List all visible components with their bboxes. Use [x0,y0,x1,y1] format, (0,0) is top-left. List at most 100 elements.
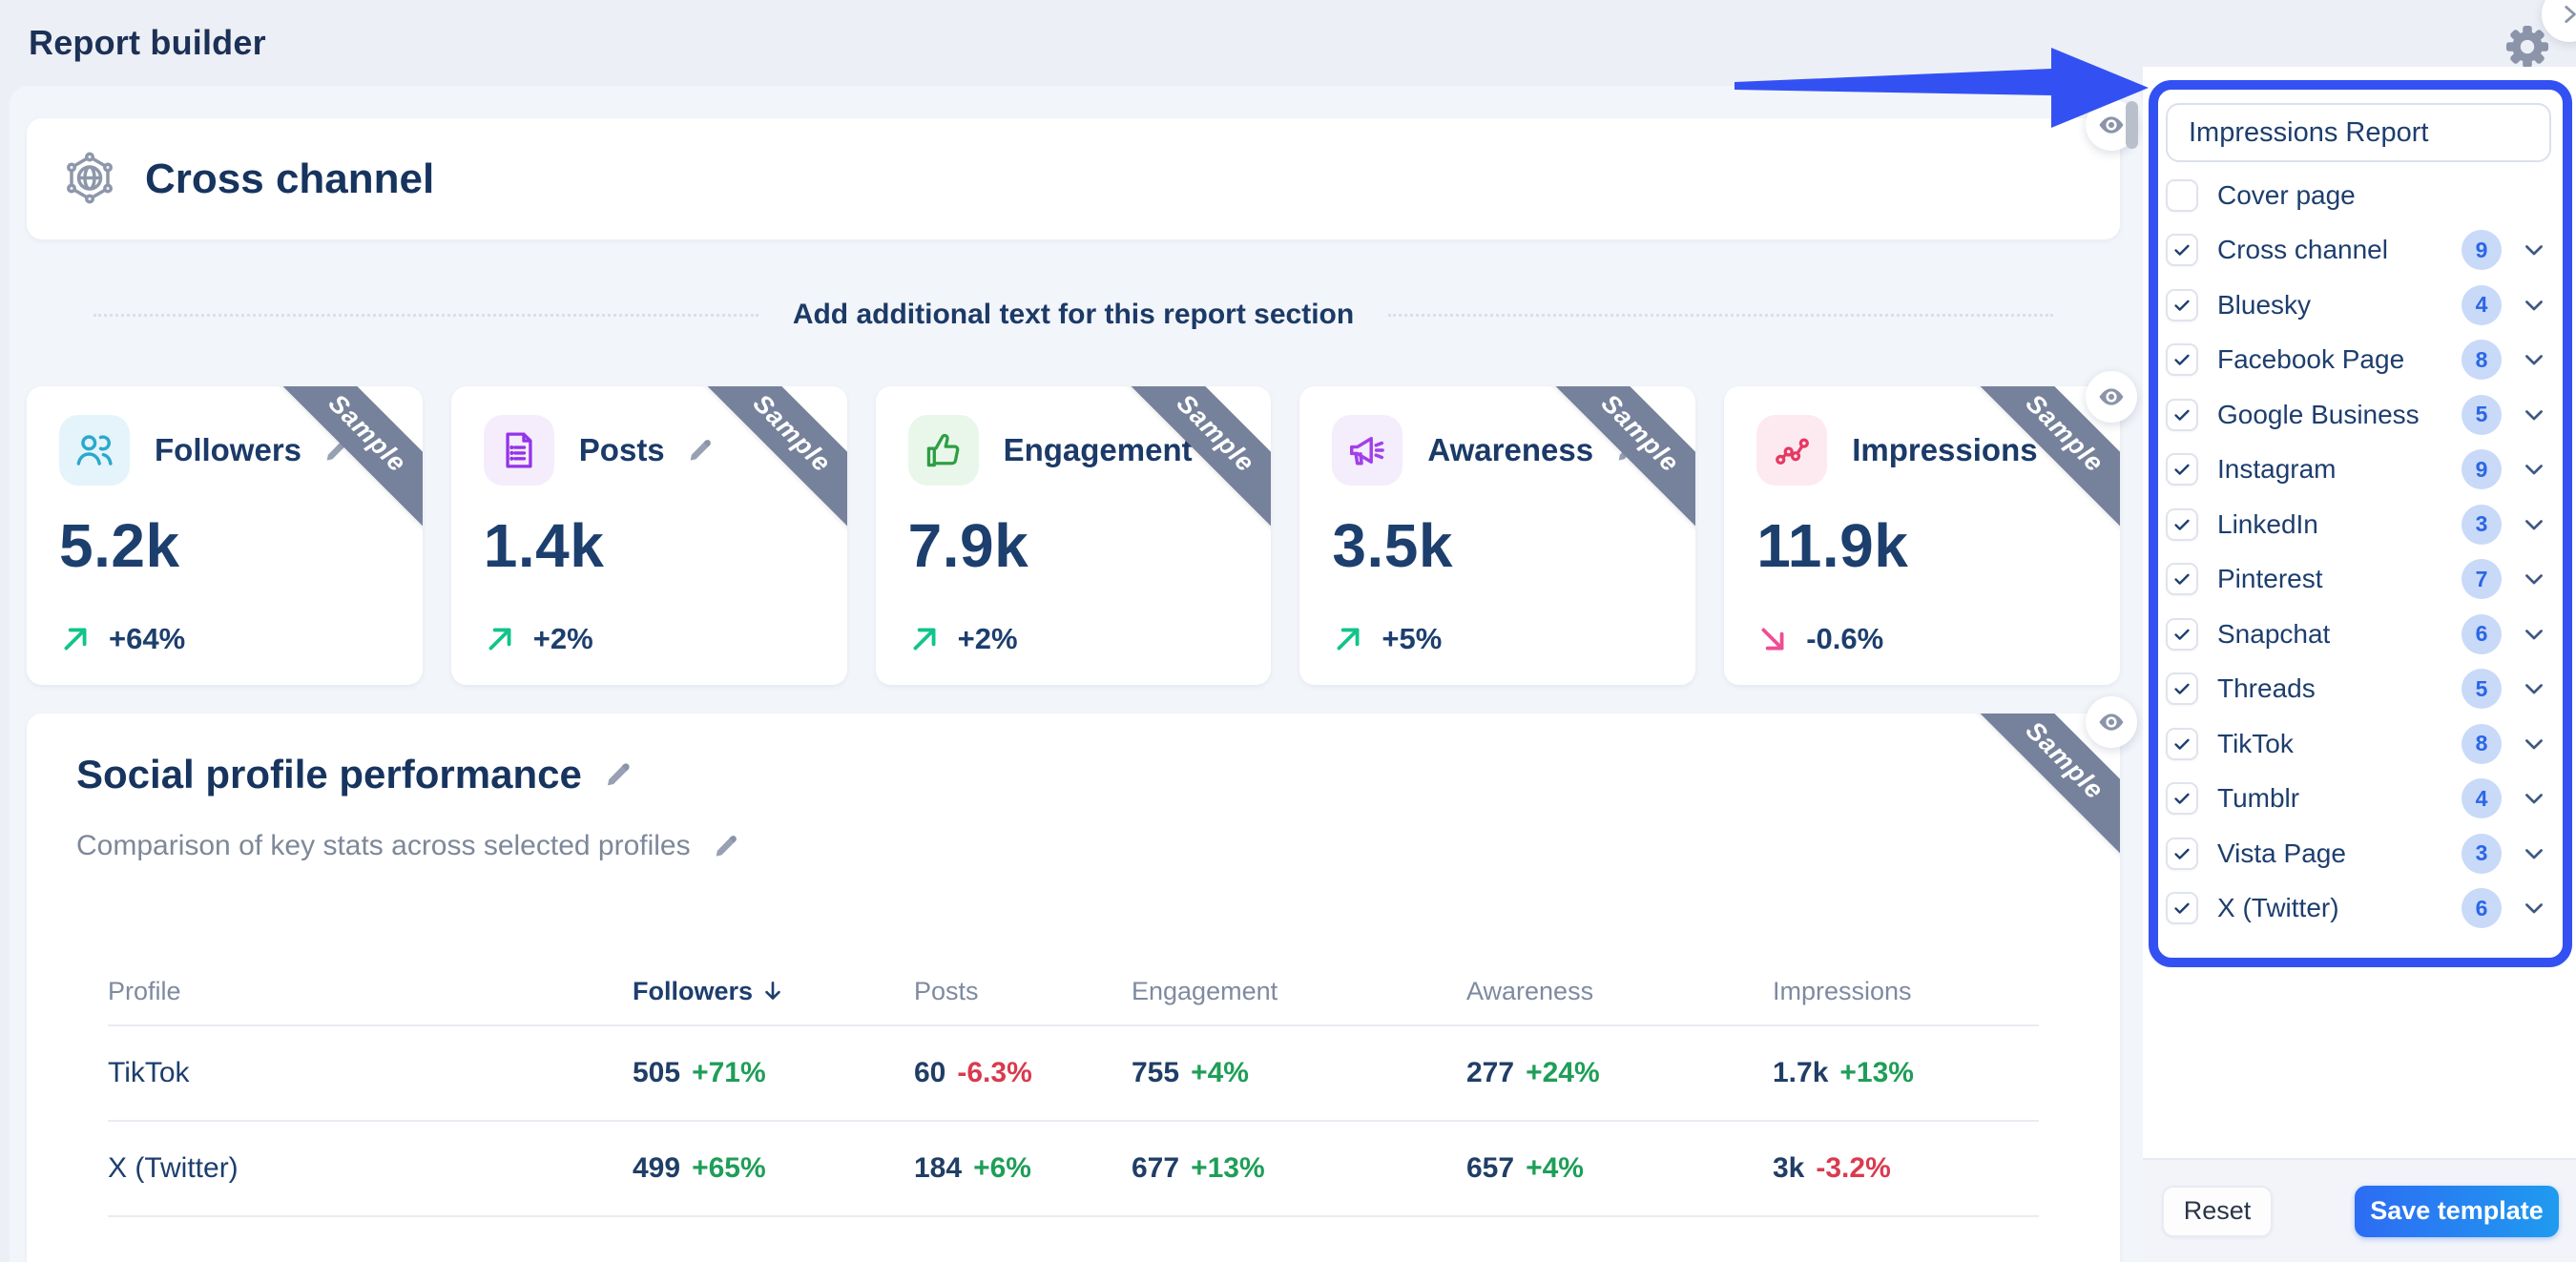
trend-up-icon [908,623,941,655]
chevron-down-icon[interactable] [2521,731,2547,757]
settings-gear-button[interactable] [2503,23,2551,71]
checkbox-checked[interactable] [2166,672,2198,705]
column-header-impressions[interactable]: Impressions [1773,959,2039,1025]
metric-card-posts: Posts 1.4k +2% Sample [451,386,847,685]
trend-up-icon [1332,623,1364,655]
chevron-down-icon[interactable] [2521,292,2547,319]
table-row-x-twitter: X (Twitter) 499+65% 184+6% 677+13% 657+4… [108,1121,2039,1216]
panel-item-threads[interactable]: Threads 5 [2162,662,2555,717]
performance-title: Social profile performance [76,752,582,797]
count-badge: 9 [2462,230,2502,270]
chevron-down-icon[interactable] [2521,895,2547,921]
hide-section-eye-button[interactable] [2086,371,2137,423]
chevron-down-icon[interactable] [2521,621,2547,648]
report-name-input[interactable] [2166,103,2551,162]
column-header-profile[interactable]: Profile [108,959,633,1025]
column-header-awareness[interactable]: Awareness [1466,959,1773,1025]
profile-cell: X (Twitter) [108,1121,633,1216]
checkbox-checked[interactable] [2166,508,2198,541]
edit-pencil-icon[interactable] [603,759,634,790]
metric-label: Awareness [1427,432,1593,468]
metric-card-impressions: Impressions 11.9k -0.6% Sample [1724,386,2120,685]
column-header-followers-sorted[interactable]: Followers [633,959,914,1025]
chevron-down-icon[interactable] [2521,840,2547,867]
chevron-down-icon[interactable] [2521,785,2547,812]
chevron-down-icon[interactable] [2521,675,2547,702]
metric-value: 3.5k [1332,510,1663,581]
hide-section-eye-button[interactable] [2086,696,2137,748]
edit-pencil-icon[interactable] [686,436,715,465]
metric-delta: +5% [1381,622,1442,656]
metric-value: 7.9k [908,510,1239,581]
checkbox-checked[interactable] [2166,399,2198,431]
panel-item-pinterest[interactable]: Pinterest 7 [2162,552,2555,608]
panel-item-bluesky[interactable]: Bluesky 4 [2162,278,2555,333]
count-badge: 4 [2462,285,2502,325]
metric-card-followers: Followers 5.2k +64% Sample [27,386,423,685]
eye-icon [2096,707,2127,737]
checkbox-checked[interactable] [2166,618,2198,651]
chevron-right-icon [2557,2,2576,27]
trend-up-icon [484,623,516,655]
panel-item-facebook-page[interactable]: Facebook Page 8 [2162,333,2555,388]
table-row-tiktok: TikTok 505+71% 60-6.3% 755+4% 277+24% 1.… [108,1025,2039,1121]
count-badge: 3 [2462,505,2502,545]
checkbox-checked[interactable] [2166,289,2198,321]
panel-item-snapchat[interactable]: Snapchat 6 [2162,607,2555,662]
chevron-down-icon[interactable] [2521,402,2547,428]
panel-item-cover-page[interactable]: Cover page [2162,168,2555,223]
checkbox-checked[interactable] [2166,234,2198,266]
panel-item-vista-page[interactable]: Vista Page 3 [2162,826,2555,881]
reset-button[interactable]: Reset [2162,1186,2273,1237]
chevron-down-icon[interactable] [2521,237,2547,263]
edit-pencil-icon[interactable] [1614,436,1643,465]
panel-item-x-twitter[interactable]: X (Twitter) 6 [2162,881,2555,937]
impressions-icon [1771,429,1813,471]
checkbox-checked[interactable] [2166,838,2198,870]
scrollbar-thumb[interactable] [2126,101,2138,149]
edit-pencil-icon[interactable] [712,832,740,860]
cross-channel-icon [61,151,118,208]
checkbox-checked[interactable] [2166,782,2198,815]
metric-value: 5.2k [59,510,390,581]
edit-pencil-icon[interactable] [322,436,351,465]
engagement-icon [923,429,965,471]
metric-delta: +2% [533,622,593,656]
metric-delta: +64% [109,622,185,656]
trend-down-icon [1756,623,1789,655]
panel-item-linkedin[interactable]: LinkedIn 3 [2162,497,2555,552]
chevron-down-icon[interactable] [2521,566,2547,592]
column-header-engagement[interactable]: Engagement [1132,959,1466,1025]
panel-item-instagram[interactable]: Instagram 9 [2162,443,2555,498]
checkbox-checked[interactable] [2166,563,2198,595]
edit-pencil-icon[interactable] [2059,436,2088,465]
cross-channel-section-header: Cross channel [27,118,2120,239]
impressions-icon-tile [1756,415,1827,486]
checkbox-checked[interactable] [2166,728,2198,760]
checkbox-unchecked[interactable] [2166,179,2198,212]
count-badge: 7 [2462,559,2502,599]
chevron-down-icon[interactable] [2521,511,2547,538]
column-header-posts[interactable]: Posts [914,959,1132,1025]
count-badge: 6 [2462,614,2502,654]
panel-item-google-business[interactable]: Google Business 5 [2162,387,2555,443]
eye-icon [2096,110,2127,140]
chevron-down-icon[interactable] [2521,346,2547,373]
panel-item-tumblr[interactable]: Tumblr 4 [2162,772,2555,827]
count-badge: 6 [2462,888,2502,928]
add-section-text-button[interactable]: Add additional text for this report sect… [793,299,1354,331]
metric-value: 1.4k [484,510,815,581]
save-template-button[interactable]: Save template [2355,1186,2559,1237]
checkbox-checked[interactable] [2166,343,2198,376]
panel-item-tiktok[interactable]: TikTok 8 [2162,716,2555,772]
count-badge: 5 [2462,395,2502,435]
panel-item-cross-channel[interactable]: Cross channel 9 [2162,223,2555,279]
metric-card-awareness: Awareness 3.5k +5% Sample [1299,386,1695,685]
metric-value: 11.9k [1756,510,2088,581]
checkbox-checked[interactable] [2166,892,2198,924]
metric-label: Posts [579,432,665,468]
checkbox-checked[interactable] [2166,453,2198,486]
chevron-down-icon[interactable] [2521,456,2547,483]
metric-delta: -0.6% [1806,622,1883,656]
dotted-divider [93,314,758,317]
